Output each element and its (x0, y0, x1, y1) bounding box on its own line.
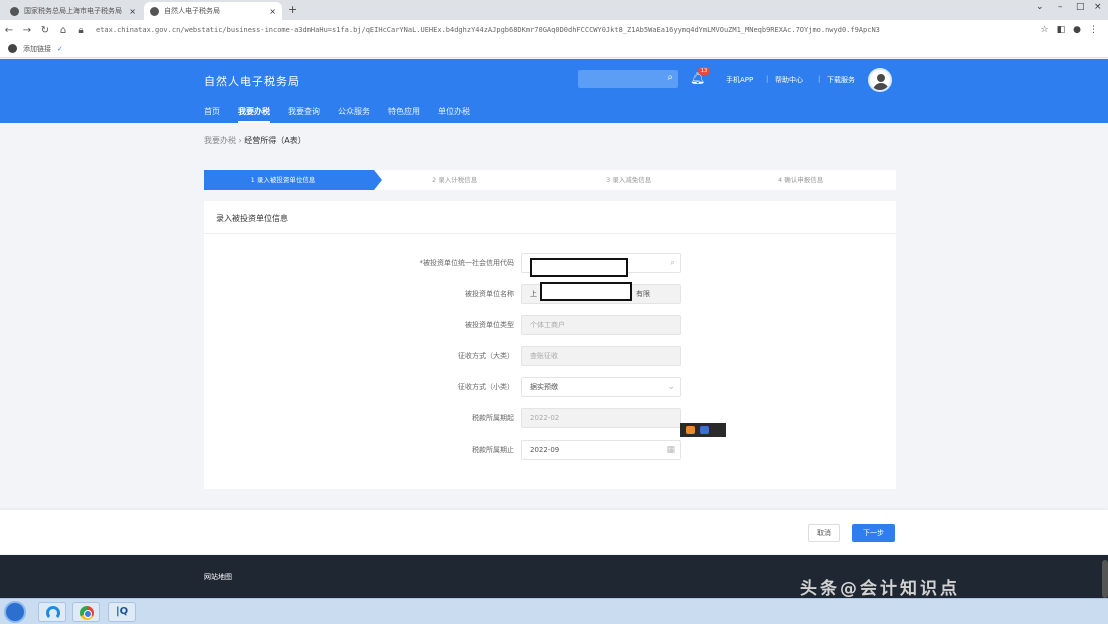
star-icon[interactable]: ☆ (1041, 25, 1049, 35)
browser-tab-bar: 国家税务总局上海市电子税务局 × 自然人电子税务局 × + ⌄ – □ × (0, 0, 1108, 20)
new-tab-icon[interactable]: + (288, 3, 297, 16)
period-end-datepicker[interactable]: 2022-09 ▦ (521, 440, 681, 460)
calendar-icon[interactable]: ▦ (666, 441, 675, 459)
form-row-period-start: 税款所属期起 2022-02 (204, 408, 896, 428)
nav-special-apps[interactable]: 特色应用 (388, 106, 420, 123)
site-title[interactable]: 自然人电子税务局 (204, 73, 300, 89)
bookmark-item[interactable]: 添加链接 (23, 44, 51, 54)
redaction-box (540, 282, 632, 301)
search-icon[interactable]: ⌕ (667, 72, 673, 83)
step-arrow-icon (374, 170, 382, 190)
nav-unit-tax[interactable]: 单位办税 (438, 106, 470, 123)
search-icon[interactable]: ⌕ (670, 254, 675, 272)
field-label: 税款所属期止 (472, 446, 514, 454)
redaction-box (530, 258, 628, 277)
breadcrumb-parent[interactable]: 我要办税 (204, 136, 236, 145)
field-label: 被投资单位名称 (465, 290, 514, 298)
next-button[interactable]: 下一步 (852, 524, 895, 542)
form-row-period-end: 税款所属期止 2022-09 ▦ (204, 440, 896, 460)
close-icon[interactable]: × (269, 7, 276, 16)
step-progress: 1 录入被投资单位信息 2 录入计税信息 3 录入减免信息 4 确认申报信息 (204, 170, 896, 190)
menu-icon[interactable]: ⋮ (1089, 25, 1098, 35)
main-nav: 首页 我要办税 我要查询 公众服务 特色应用 单位办税 (204, 106, 470, 123)
nav-tax-service[interactable]: 我要办税 (238, 106, 270, 123)
nav-home[interactable]: 首页 (204, 106, 220, 123)
ime-toolbar-icon[interactable] (680, 423, 726, 437)
browser-tab-title: 自然人电子税务局 (164, 7, 220, 15)
profile-icon[interactable]: ● (1073, 25, 1081, 35)
form-row-collection-major: 征收方式（大类） 查账征收 (204, 346, 896, 366)
extension-icon[interactable]: ◧ (1057, 25, 1066, 35)
header-link-app[interactable]: 手机APP (726, 75, 753, 85)
header-link-download[interactable]: 下载服务 (827, 75, 855, 85)
watermark: 头条@会计知识点 (800, 579, 960, 599)
breadcrumb: 我要办税 › 经营所得（A表） (204, 135, 306, 146)
collection-method-minor-select[interactable]: 据实预缴 ⌄ (521, 377, 681, 397)
unit-type-field: 个体工商户 (521, 315, 681, 335)
field-label: 征收方式（小类） (458, 383, 514, 391)
field-label: 征收方式（大类） (458, 352, 514, 360)
step-4: 4 确认申报信息 (778, 176, 824, 184)
site-favicon-icon (10, 6, 19, 16)
forward-icon[interactable]: → (18, 25, 36, 36)
taskbar-app[interactable]: |Q (108, 602, 136, 622)
minimize-icon[interactable]: – (1058, 2, 1063, 12)
reload-icon[interactable]: ↻ (36, 25, 54, 36)
field-label: *被投资单位统一社会信用代码 (419, 259, 515, 267)
step-1: 1 录入被投资单位信息 (204, 170, 374, 190)
form-card: 录入被投资单位信息 *被投资单位统一社会信用代码 ⌕ 被投资单位名称 上 有限 … (204, 201, 896, 489)
browser-ie-icon (46, 606, 60, 620)
chevron-down-icon[interactable]: ⌄ (667, 378, 675, 396)
divider (204, 233, 896, 234)
bookmark-folder-icon[interactable]: ✓ (57, 45, 63, 53)
cancel-button[interactable]: 取消 (808, 524, 840, 542)
scrollbar[interactable] (1102, 560, 1108, 598)
browser-tab-title: 国家税务总局上海市电子税务局 (24, 7, 122, 15)
taskbar-chrome[interactable] (72, 602, 100, 622)
notification-badge: 13 (698, 67, 710, 75)
step-2: 2 录入计税信息 (432, 176, 478, 184)
step-3: 3 录入减免信息 (606, 176, 652, 184)
back-icon[interactable]: ← (0, 25, 18, 36)
chevron-down-icon[interactable]: ⌄ (1036, 2, 1044, 12)
lock-icon: 🔒︎ (78, 24, 84, 36)
chrome-icon (80, 606, 94, 620)
browser-address-bar: ← → ↻ ⌂ 🔒︎ etax.chinatax.gov.cn/webstati… (0, 20, 1108, 40)
home-icon[interactable]: ⌂ (54, 25, 72, 36)
avatar[interactable] (868, 68, 892, 92)
field-label: 被投资单位类型 (465, 321, 514, 329)
windows-start-icon[interactable] (4, 601, 26, 623)
maximize-icon[interactable]: □ (1076, 2, 1085, 12)
header-link-help[interactable]: 帮助中心 (775, 75, 803, 85)
site-header: 自然人电子税务局 ⌕ 🔔︎ 13 手机APP | 帮助中心 | 下载服务 首页 … (0, 59, 1108, 123)
action-bar: 取消 下一步 (0, 510, 1108, 554)
bookmarks-bar: 添加链接 ✓ (0, 40, 1108, 58)
period-start-field: 2022-02 (521, 408, 681, 428)
url-text[interactable]: etax.chinatax.gov.cn/webstatic/business-… (96, 26, 996, 34)
close-icon[interactable]: × (129, 7, 136, 16)
apps-icon[interactable] (8, 44, 17, 53)
header-separator: | (818, 75, 821, 83)
search-input[interactable]: ⌕ (578, 70, 678, 88)
form-row-unit-type: 被投资单位类型 个体工商户 (204, 315, 896, 335)
nav-query[interactable]: 我要查询 (288, 106, 320, 123)
browser-tab-1[interactable]: 国家税务总局上海市电子税务局 × (4, 2, 142, 20)
collection-method-major-field: 查账征收 (521, 346, 681, 366)
browser-tab-2[interactable]: 自然人电子税务局 × (144, 2, 282, 20)
field-label: 税款所属期起 (472, 414, 514, 422)
window-close-icon[interactable]: × (1094, 2, 1102, 12)
header-separator: | (766, 75, 769, 83)
site-favicon-icon (150, 6, 159, 16)
card-title: 录入被投资单位信息 (216, 214, 288, 223)
app-icon: |Q (116, 606, 129, 617)
form-row-collection-minor: 征收方式（小类） 据实预缴 ⌄ (204, 377, 896, 397)
nav-public-service[interactable]: 公众服务 (338, 106, 370, 123)
footer-sitemap-link[interactable]: 网站地图 (204, 572, 232, 582)
taskbar-ie[interactable] (38, 602, 66, 622)
breadcrumb-current: 经营所得（A表） (244, 136, 306, 145)
